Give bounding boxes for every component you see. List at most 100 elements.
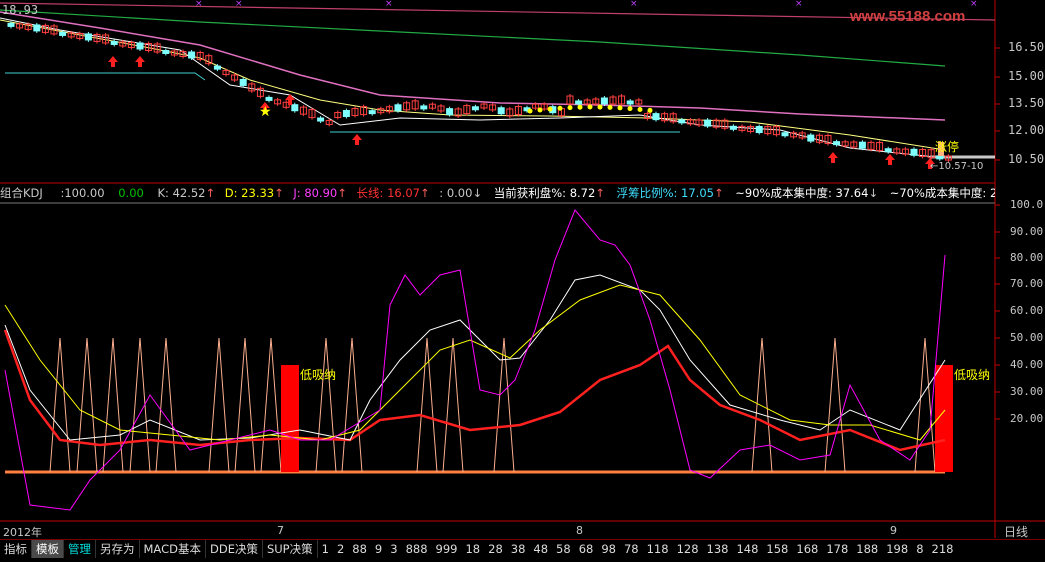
- candle-body: [652, 113, 660, 121]
- ma-line-green: [0, 9, 946, 67]
- number-tab[interactable]: 138: [703, 540, 733, 558]
- low-buy-label-2: 低吸纳: [954, 368, 991, 382]
- number-tab[interactable]: 28: [484, 540, 507, 558]
- signal-dot: [567, 105, 573, 111]
- tab-template[interactable]: 模板: [32, 540, 64, 558]
- top-price-label: 18.93: [2, 3, 39, 17]
- spike-line: [824, 337, 846, 473]
- indicator-panel[interactable]: [3, 209, 953, 511]
- number-tab[interactable]: 98: [597, 540, 620, 558]
- long-line-value: 长线: 16.07: [356, 186, 420, 200]
- signal-dot: [637, 106, 643, 112]
- tab-dde[interactable]: DDE决策: [206, 540, 263, 558]
- candle-body: [368, 110, 376, 115]
- number-tab[interactable]: 168: [792, 540, 822, 558]
- x-marker-icon: ×: [385, 0, 393, 9]
- chart-canvas[interactable]: ★ × × × × × ×: [0, 0, 1045, 558]
- x-marker-icon: ×: [795, 0, 803, 9]
- number-tab[interactable]: 8: [912, 540, 927, 558]
- tab-sup[interactable]: SUP决策: [263, 540, 318, 558]
- tab-save-as[interactable]: 另存为: [96, 540, 140, 558]
- star-icon: ★: [259, 104, 272, 120]
- number-tab[interactable]: 3: [386, 540, 401, 558]
- ma-line-yellow: [0, 19, 946, 151]
- number-tab[interactable]: 178: [822, 540, 852, 558]
- candle-body: [575, 100, 583, 105]
- indicator-axis-label: 20.00: [1010, 412, 1044, 425]
- candle-body: [471, 106, 479, 111]
- number-tab[interactable]: 38: [507, 540, 530, 558]
- number-tab[interactable]: 999: [432, 540, 462, 558]
- number-tab[interactable]: 58: [552, 540, 575, 558]
- indicator-axis-label: 40.00: [1010, 358, 1044, 371]
- signal-dot: [617, 105, 623, 111]
- candle-body: [446, 108, 454, 116]
- candle-body: [781, 132, 789, 137]
- spike-line: [493, 337, 515, 473]
- date-label-september: 9: [890, 524, 897, 537]
- number-tab[interactable]: 18: [461, 540, 484, 558]
- candle-body: [136, 42, 144, 50]
- indicator-name[interactable]: 组合KDJ: [0, 186, 43, 200]
- candle-body: [600, 97, 608, 105]
- candle-body: [755, 126, 763, 134]
- indicator-v2: 0.00: [118, 186, 144, 200]
- number-tabs: 1 2 88 9 3 888 999 18 28 38 48 58 68 98 78 118 128 138 148…: [318, 542, 958, 556]
- tab-indicator[interactable]: 指标: [0, 540, 32, 558]
- stock-chart-window: ★ × × × × × × 18.93 www.55188.com 涨停 ←10.57-10…: [0, 0, 1045, 559]
- buy-arrow-icon: [135, 56, 145, 67]
- number-tab[interactable]: 68: [575, 540, 598, 558]
- indicator-axis-label: 30.00: [1010, 385, 1044, 398]
- candle-body: [394, 104, 402, 112]
- number-tab[interactable]: 128: [673, 540, 703, 558]
- candle-body: [265, 96, 273, 101]
- candle-body: [59, 31, 67, 36]
- number-tab[interactable]: 158: [762, 540, 792, 558]
- number-tab[interactable]: 48: [529, 540, 552, 558]
- indicator-axis-label: 80.00: [1010, 251, 1044, 264]
- tab-macd[interactable]: MACD基本: [140, 540, 206, 558]
- low-buy-bar-1: [281, 365, 299, 472]
- number-tab[interactable]: 9: [371, 540, 386, 558]
- candle-body: [7, 22, 15, 27]
- number-tab[interactable]: 148: [732, 540, 762, 558]
- spike-line: [751, 337, 773, 473]
- number-tab[interactable]: 1: [318, 540, 333, 558]
- number-tab[interactable]: 888: [402, 540, 432, 558]
- spike-line: [416, 337, 438, 473]
- signal-dot: [597, 104, 603, 110]
- candle-body: [33, 24, 41, 32]
- candle-body: [729, 125, 737, 130]
- price-panel[interactable]: ★ × × × × × ×: [0, 0, 996, 169]
- buy-arrow-icon: [885, 154, 895, 165]
- spike-line: [76, 337, 98, 473]
- cost-70: ~70%成本集中度: 21.8: [889, 186, 995, 200]
- number-tab[interactable]: 118: [643, 540, 673, 558]
- buy-arrow-icon: [108, 56, 118, 67]
- number-tab[interactable]: 188: [852, 540, 882, 558]
- limit-up-label: 涨停: [935, 140, 960, 154]
- number-tab[interactable]: 2: [333, 540, 348, 558]
- signal-dot: [647, 107, 653, 113]
- number-tab[interactable]: 218: [928, 540, 958, 558]
- x-marker-icon: ×: [630, 0, 638, 9]
- candle-body: [239, 78, 247, 86]
- spike-line: [260, 337, 282, 473]
- date-label-august: 8: [576, 524, 583, 537]
- indicator-info-bar[interactable]: 组合KDJ :100.00 0.00 K: 42.52↑ D: 23.33↑ J…: [0, 184, 995, 202]
- low-buy-label-1: 低吸纳: [300, 368, 337, 382]
- x-marker-icon: ×: [195, 0, 203, 9]
- candle-body: [420, 105, 428, 110]
- number-tab[interactable]: 198: [882, 540, 912, 558]
- number-tab[interactable]: 88: [348, 540, 371, 558]
- profit-ratio: 当前获利盘%: 8.72: [493, 186, 596, 200]
- buy-arrow-icon: [352, 134, 362, 145]
- candle-body: [858, 141, 866, 149]
- buy-arrow-icon: [828, 152, 838, 163]
- spike-line: [341, 337, 363, 473]
- period-label[interactable]: 日线: [1004, 523, 1028, 540]
- number-tab[interactable]: 78: [620, 540, 643, 558]
- tab-manage[interactable]: 管理: [64, 540, 96, 558]
- date-label-july: 7: [277, 524, 284, 537]
- spike-line: [49, 337, 71, 473]
